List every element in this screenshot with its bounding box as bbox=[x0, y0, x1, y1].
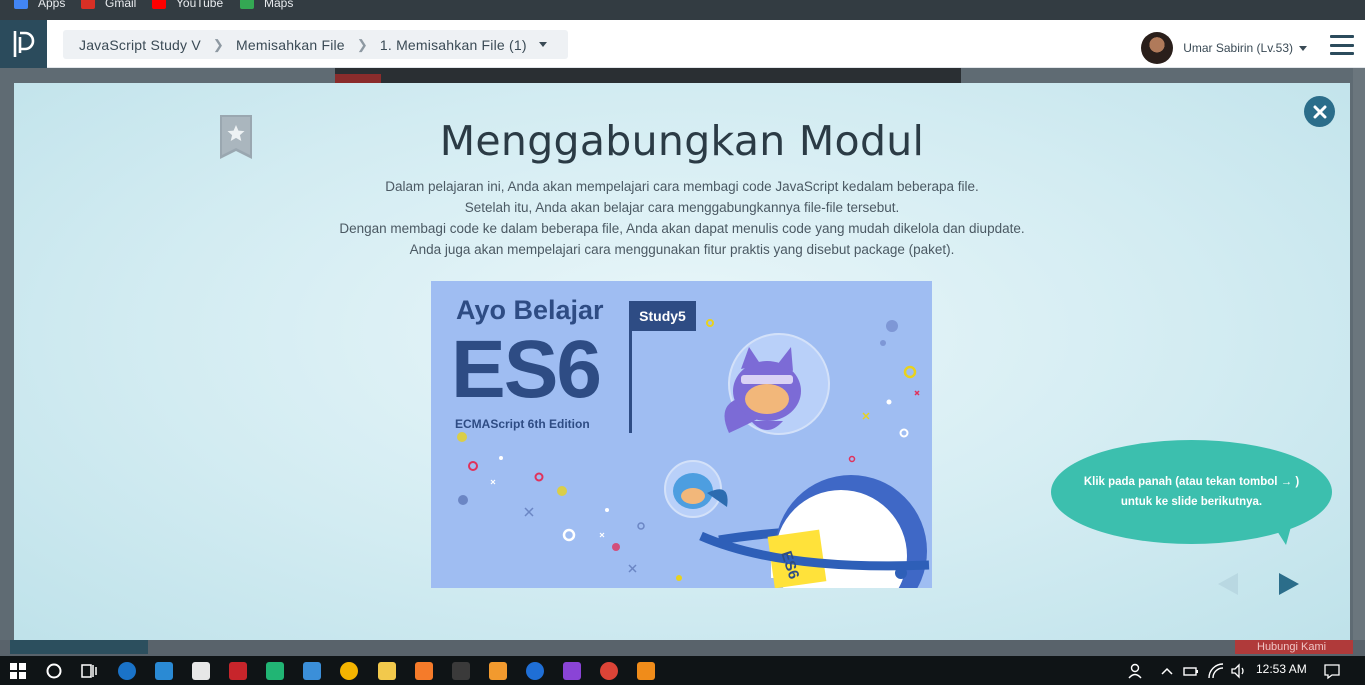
slide-illustration: ES6 Ayo Belajar ES6 ECMAScript 6th Editi… bbox=[431, 281, 932, 588]
prev-slide-arrow-icon[interactable] bbox=[1217, 572, 1239, 596]
backdrop-contact-button: Hubungi Kami bbox=[1235, 640, 1353, 654]
people-icon[interactable] bbox=[1128, 662, 1146, 680]
xampp-icon[interactable] bbox=[415, 662, 433, 680]
bookmark-apps[interactable]: Apps bbox=[14, 0, 65, 11]
slide-modal: Menggabungkan Modul Dalam pelajaran ini,… bbox=[14, 83, 1350, 640]
chevron-down-icon[interactable] bbox=[1299, 45, 1307, 51]
edge-icon[interactable] bbox=[118, 662, 136, 680]
backdrop-footer bbox=[0, 640, 1365, 656]
file-explorer-icon[interactable] bbox=[378, 662, 396, 680]
backdrop-content bbox=[335, 68, 961, 83]
mail-icon[interactable] bbox=[155, 662, 173, 680]
illustration-heading: Ayo Belajar bbox=[456, 295, 604, 325]
hint-text: Klik pada panah (atau tekan tombol → ) u… bbox=[1083, 476, 1300, 508]
chrome-icon[interactable] bbox=[340, 662, 358, 680]
maps-icon bbox=[240, 0, 254, 9]
windows-taskbar: 12:53 AM bbox=[0, 656, 1365, 685]
chevron-down-icon[interactable] bbox=[538, 42, 547, 47]
illustration-big-text: ES6 bbox=[451, 324, 602, 415]
bookmarks-bar: Apps Gmail YouTube Maps bbox=[0, 0, 1365, 20]
bookmark-maps[interactable]: Maps bbox=[240, 0, 293, 11]
description-line: Anda juga akan mempelajari cara mengguna… bbox=[409, 242, 955, 257]
slide-title: Menggabungkan Modul bbox=[439, 117, 925, 165]
backdrop-footer-button bbox=[10, 640, 148, 654]
task-view-icon[interactable] bbox=[80, 662, 98, 680]
start-icon[interactable] bbox=[9, 662, 27, 680]
gmail-icon bbox=[81, 0, 95, 9]
vlc-icon[interactable] bbox=[637, 662, 655, 680]
wifi-icon[interactable] bbox=[1207, 662, 1225, 680]
user-menu[interactable]: Umar Sabirin (Lv.53) bbox=[1141, 32, 1307, 64]
app-header: JavaScript Study V ❯ Memisahkan File ❯ 1… bbox=[0, 20, 1365, 68]
description-line: Dengan membagi code ke dalam beberapa fi… bbox=[339, 221, 1025, 236]
tooltip-tail bbox=[1272, 523, 1292, 545]
chevron-right-icon: ❯ bbox=[212, 36, 224, 52]
sublime-icon[interactable] bbox=[489, 662, 507, 680]
avatar[interactable] bbox=[1141, 32, 1174, 64]
contact-label: Hubungi Kami bbox=[1257, 641, 1327, 653]
chevron-right-icon: ❯ bbox=[356, 36, 368, 52]
media-player-icon[interactable] bbox=[303, 662, 321, 680]
user-name[interactable]: Umar Sabirin (Lv.53) bbox=[1183, 41, 1293, 55]
volume-icon[interactable] bbox=[1230, 662, 1248, 680]
youtube-icon bbox=[152, 0, 166, 9]
bookmark-label: YouTube bbox=[176, 0, 224, 10]
bookmark-label: Maps bbox=[264, 0, 294, 10]
slide-description: Dalam pelajaran ini, Anda akan mempelaja… bbox=[14, 176, 1350, 260]
store-icon[interactable] bbox=[192, 662, 210, 680]
filezilla-icon[interactable] bbox=[229, 662, 247, 680]
maps-pin-icon[interactable] bbox=[526, 662, 544, 680]
backdrop-content bbox=[335, 74, 381, 83]
next-slide-arrow-icon[interactable] bbox=[1278, 572, 1300, 596]
bookmark-youtube[interactable]: YouTube bbox=[152, 0, 223, 11]
page-scrollbar[interactable] bbox=[1353, 68, 1365, 656]
search-icon[interactable] bbox=[45, 662, 63, 680]
pycharm-icon[interactable] bbox=[266, 662, 284, 680]
bookmark-label: Gmail bbox=[105, 0, 137, 10]
breadcrumb-item-course[interactable]: JavaScript Study V bbox=[79, 37, 201, 53]
breadcrumb-item-lesson[interactable]: 1. Memisahkan File (1) bbox=[380, 37, 527, 53]
chrome-active-icon[interactable] bbox=[600, 662, 618, 680]
phpstorm-icon[interactable] bbox=[563, 662, 581, 680]
bookmark-label: Apps bbox=[38, 0, 66, 10]
illustration-subtitle: ECMAScript 6th Edition bbox=[455, 417, 590, 431]
progate-logo[interactable] bbox=[0, 20, 47, 68]
git-icon[interactable] bbox=[452, 662, 470, 680]
description-line: Dalam pelajaran ini, Anda akan mempelaja… bbox=[385, 179, 979, 194]
chevron-up-icon[interactable] bbox=[1158, 662, 1176, 680]
breadcrumb-item-chapter[interactable]: Memisahkan File bbox=[236, 37, 345, 53]
description-line: Setelah itu, Anda akan belajar cara meng… bbox=[464, 200, 900, 215]
notifications-icon[interactable] bbox=[1323, 662, 1341, 680]
hamburger-menu-icon[interactable] bbox=[1330, 35, 1354, 55]
battery-icon[interactable] bbox=[1182, 662, 1200, 680]
apps-grid-icon bbox=[14, 0, 28, 9]
breadcrumb: JavaScript Study V ❯ Memisahkan File ❯ 1… bbox=[63, 30, 568, 59]
bookmark-gmail[interactable]: Gmail bbox=[81, 0, 136, 11]
study-tag: Study5 bbox=[629, 301, 696, 331]
logo-icon bbox=[13, 31, 34, 57]
taskbar-clock[interactable]: 12:53 AM bbox=[1256, 662, 1307, 676]
